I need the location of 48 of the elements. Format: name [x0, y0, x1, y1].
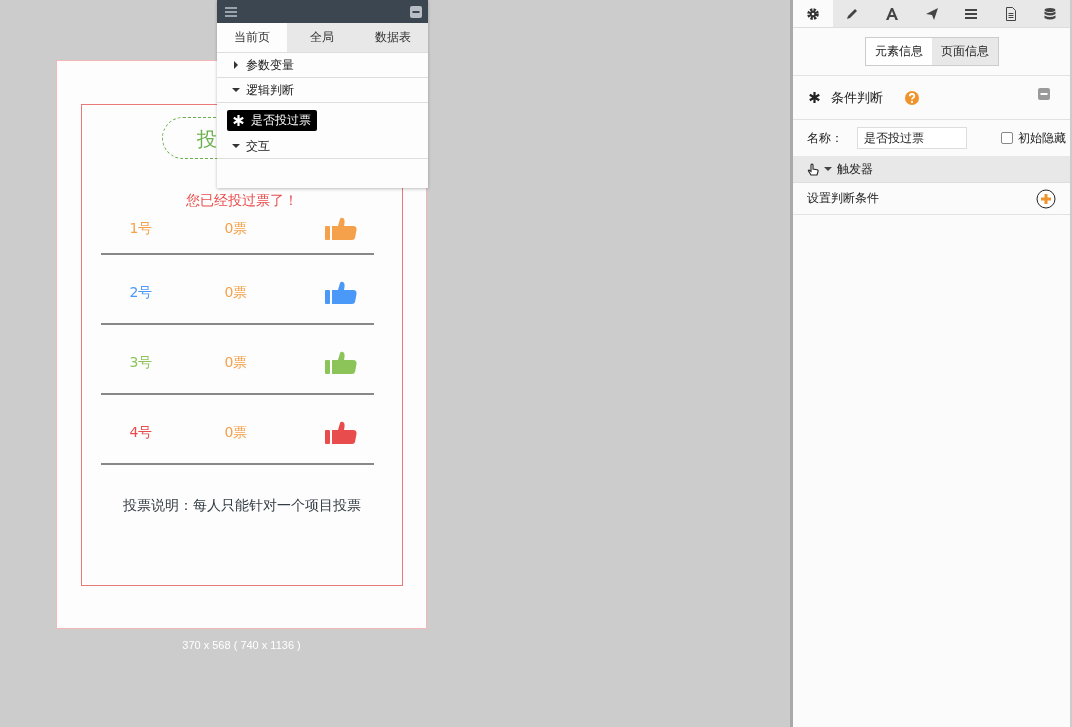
trigger-header[interactable]: 触发器	[793, 156, 1070, 183]
panel-tab[interactable]: 全局	[287, 23, 358, 52]
font-icon[interactable]	[884, 6, 899, 21]
caret-icon[interactable]	[824, 165, 832, 173]
document-icon[interactable]	[1003, 6, 1018, 21]
section-header[interactable]: 交互	[217, 134, 428, 159]
candidate-number: 3号	[128, 354, 154, 372]
section-header[interactable]: 参数变量	[217, 53, 428, 78]
voted-message: 您已经投过票了！	[185, 192, 299, 209]
candidate-number: 4号	[128, 424, 154, 442]
info-tab[interactable]: 元素信息	[865, 38, 932, 65]
section-title: 条件判断	[831, 88, 883, 107]
asterisk-icon	[809, 92, 820, 103]
name-field[interactable]: 是否投过票	[857, 127, 967, 149]
section-header[interactable]: 逻辑判断	[217, 78, 428, 103]
list-icon[interactable]	[964, 6, 979, 21]
asterisk-icon	[233, 115, 244, 126]
thumbs-up-icon[interactable]	[325, 421, 358, 445]
add-icon[interactable]	[1036, 188, 1056, 209]
vote-count: 0票	[223, 424, 249, 442]
thumbs-up-icon[interactable]	[325, 281, 358, 305]
vote-count: 0票	[223, 354, 249, 372]
thumbs-up-icon[interactable]	[325, 217, 358, 241]
condition-label: 设置判断条件	[807, 190, 879, 207]
database-icon[interactable]	[1043, 6, 1058, 21]
section-label: 逻辑判断	[246, 81, 294, 99]
section-label: 交互	[246, 137, 270, 155]
pencil-icon[interactable]	[845, 6, 860, 21]
panel-tab[interactable]: 当前页	[217, 23, 288, 52]
candidate-number: 1号	[128, 220, 154, 238]
tool-tab[interactable]	[793, 0, 833, 27]
field-label: 名称：	[807, 129, 844, 147]
hand-pointer-icon	[807, 162, 819, 176]
vote-count: 0票	[223, 220, 249, 238]
thumbs-up-icon[interactable]	[325, 351, 358, 375]
hidden-checkbox[interactable]: 初始隐藏	[1001, 129, 1066, 147]
candidate-number: 2号	[128, 284, 154, 302]
collapse-icon[interactable]	[1038, 87, 1050, 100]
menu-icon[interactable]	[225, 6, 237, 17]
logic-item[interactable]: 是否投过票	[227, 110, 317, 131]
collapse-icon[interactable]	[410, 5, 422, 18]
paper-plane-icon[interactable]	[924, 6, 939, 21]
info-tab[interactable]: 页面信息	[931, 38, 998, 65]
voting-note: 投票说明：每人只能针对一个项目投票	[122, 497, 362, 515]
section-label: 参数变量	[246, 56, 294, 74]
settings-icon[interactable]	[805, 6, 820, 21]
vote-count: 0票	[223, 284, 249, 302]
panel-tab[interactable]: 数据表	[357, 23, 428, 52]
